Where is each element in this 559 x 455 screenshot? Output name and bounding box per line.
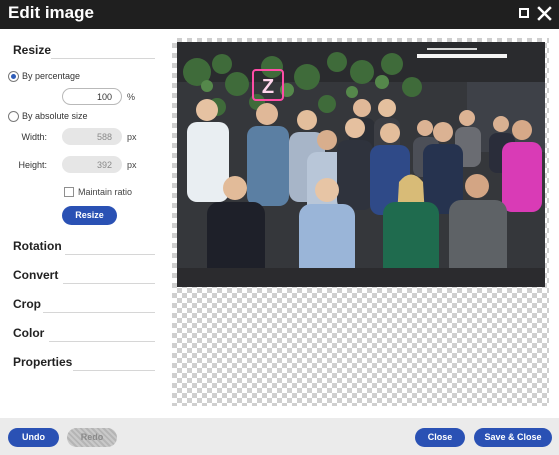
restore-icon xyxy=(519,8,529,18)
section-properties[interactable]: Properties xyxy=(13,355,161,373)
close-window-button[interactable] xyxy=(533,0,557,29)
divider xyxy=(73,370,155,371)
window-title: Edit image xyxy=(8,3,94,22)
by-absolute-size-label: By absolute size xyxy=(22,111,88,121)
section-rotation-label: Rotation xyxy=(13,239,62,253)
close-icon xyxy=(537,6,552,21)
maintain-ratio-label: Maintain ratio xyxy=(78,187,133,197)
width-unit: px xyxy=(127,132,137,142)
by-percentage-radio[interactable] xyxy=(8,71,19,82)
section-rotation[interactable]: Rotation xyxy=(13,239,161,257)
divider xyxy=(63,283,155,284)
section-convert-label: Convert xyxy=(13,268,59,282)
section-crop[interactable]: Crop xyxy=(13,297,161,315)
divider xyxy=(49,341,155,342)
height-label: Height: xyxy=(18,160,47,170)
redo-button[interactable]: Redo xyxy=(67,428,117,447)
options-panel: Resize By percentage 100 % By absolute s… xyxy=(0,29,168,419)
close-button[interactable]: Close xyxy=(415,428,465,447)
resize-button[interactable]: Resize xyxy=(62,206,117,225)
image-preview: Z xyxy=(177,42,545,287)
width-label: Width: xyxy=(21,132,47,142)
divider xyxy=(51,58,155,59)
divider xyxy=(65,254,155,255)
undo-button[interactable]: Undo xyxy=(8,428,59,447)
by-percentage-label: By percentage xyxy=(22,71,81,81)
section-crop-label: Crop xyxy=(13,297,41,311)
height-input[interactable]: 392 xyxy=(62,156,122,173)
title-bar: Edit image xyxy=(0,0,559,29)
maintain-ratio-checkbox[interactable] xyxy=(64,187,74,197)
section-color-label: Color xyxy=(13,326,45,340)
width-input[interactable]: 588 xyxy=(62,128,122,145)
section-properties-label: Properties xyxy=(13,355,73,369)
section-convert[interactable]: Convert xyxy=(13,268,161,286)
section-color[interactable]: Color xyxy=(13,326,161,344)
section-resize[interactable]: Resize xyxy=(13,43,161,61)
divider xyxy=(43,312,155,313)
section-resize-label: Resize xyxy=(13,43,52,57)
neon-logo-text: Z xyxy=(262,76,274,98)
percent-unit: % xyxy=(127,92,136,102)
save-close-button[interactable]: Save & Close xyxy=(474,428,552,447)
percentage-input[interactable]: 100 xyxy=(62,88,122,105)
by-absolute-size-radio[interactable] xyxy=(8,111,19,122)
height-unit: px xyxy=(127,160,137,170)
footer-bar: Undo Redo Close Save & Close xyxy=(0,418,559,455)
